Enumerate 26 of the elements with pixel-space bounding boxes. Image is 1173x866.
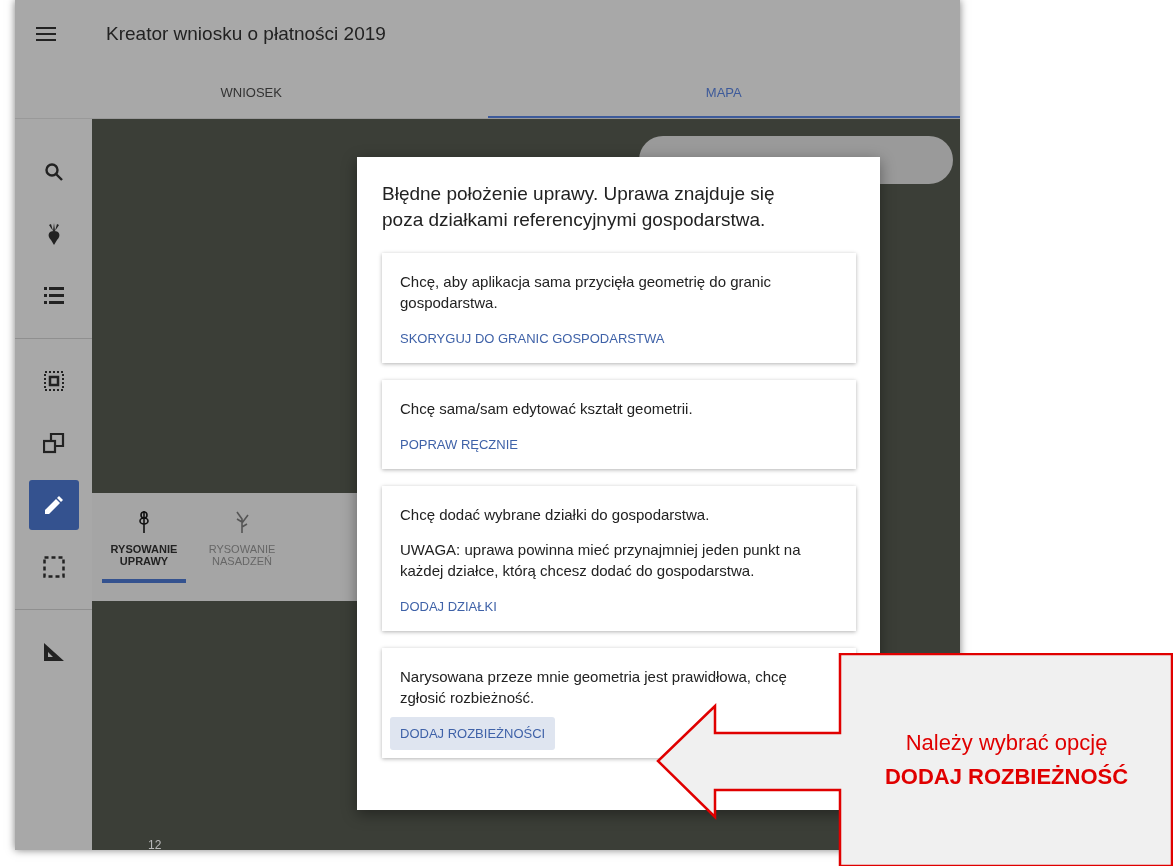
- search-icon[interactable]: [43, 162, 64, 182]
- copy-icon[interactable]: [42, 432, 65, 454]
- option-text: Chcę, aby aplikacja sama przycięła geometrię do granic gospodarstwa.: [400, 272, 772, 313]
- scale-label: 12: [148, 838, 162, 852]
- list-icon[interactable]: [43, 287, 64, 305]
- option-text: Chcę sama/sam edytować kształt geometrii.: [400, 399, 694, 419]
- option-text: Narysowana przeze mnie geometria jest prawidłowa, chcę zgłosić rozbieżność.: [400, 667, 788, 708]
- app-title: Kreator wniosku o płatności 2019: [106, 23, 386, 45]
- wheat-icon: [138, 511, 150, 533]
- callout-text: Należy wybrać opcję: [905, 729, 1108, 756]
- option-button[interactable]: DODAJ DZIAŁKI: [390, 590, 507, 623]
- pencil-icon[interactable]: [44, 496, 63, 514]
- menu-icon[interactable]: [36, 27, 56, 41]
- selection-icon[interactable]: [43, 371, 64, 391]
- option-text: Chcę dodać wybrane działki do gospodarstwa.: [400, 505, 711, 525]
- dashed-rectangle-icon[interactable]: [42, 556, 65, 578]
- callout-emphasis: DODAJ ROZBIEŻNOŚĆ: [884, 763, 1129, 790]
- sprout-icon: [234, 511, 250, 533]
- option-button[interactable]: SKORYGUJ DO GRANIC GOSPODARSTWA: [390, 322, 675, 355]
- tool-button[interactable]: [28, 480, 79, 530]
- option-text: UWAGA: uprawa powinna mieć przynajmniej jeden punkt na każdej działce, którą chcesz dodać do gospodarstwa.: [400, 540, 802, 581]
- tab[interactable]: WNIOSEK: [15, 68, 488, 118]
- dialog-title: Błędne położenie uprawy. Uprawa znajduje się poza działkami referencyjnymi gospodarstwa.: [382, 182, 776, 232]
- option-button[interactable]: POPRAW RĘCZNIE: [390, 428, 528, 461]
- option-button[interactable]: DODAJ ROZBIEŻNOŚCI: [390, 717, 556, 750]
- drawing-mode-tab[interactable]: RYSOWANIE UPRAWY: [102, 493, 186, 583]
